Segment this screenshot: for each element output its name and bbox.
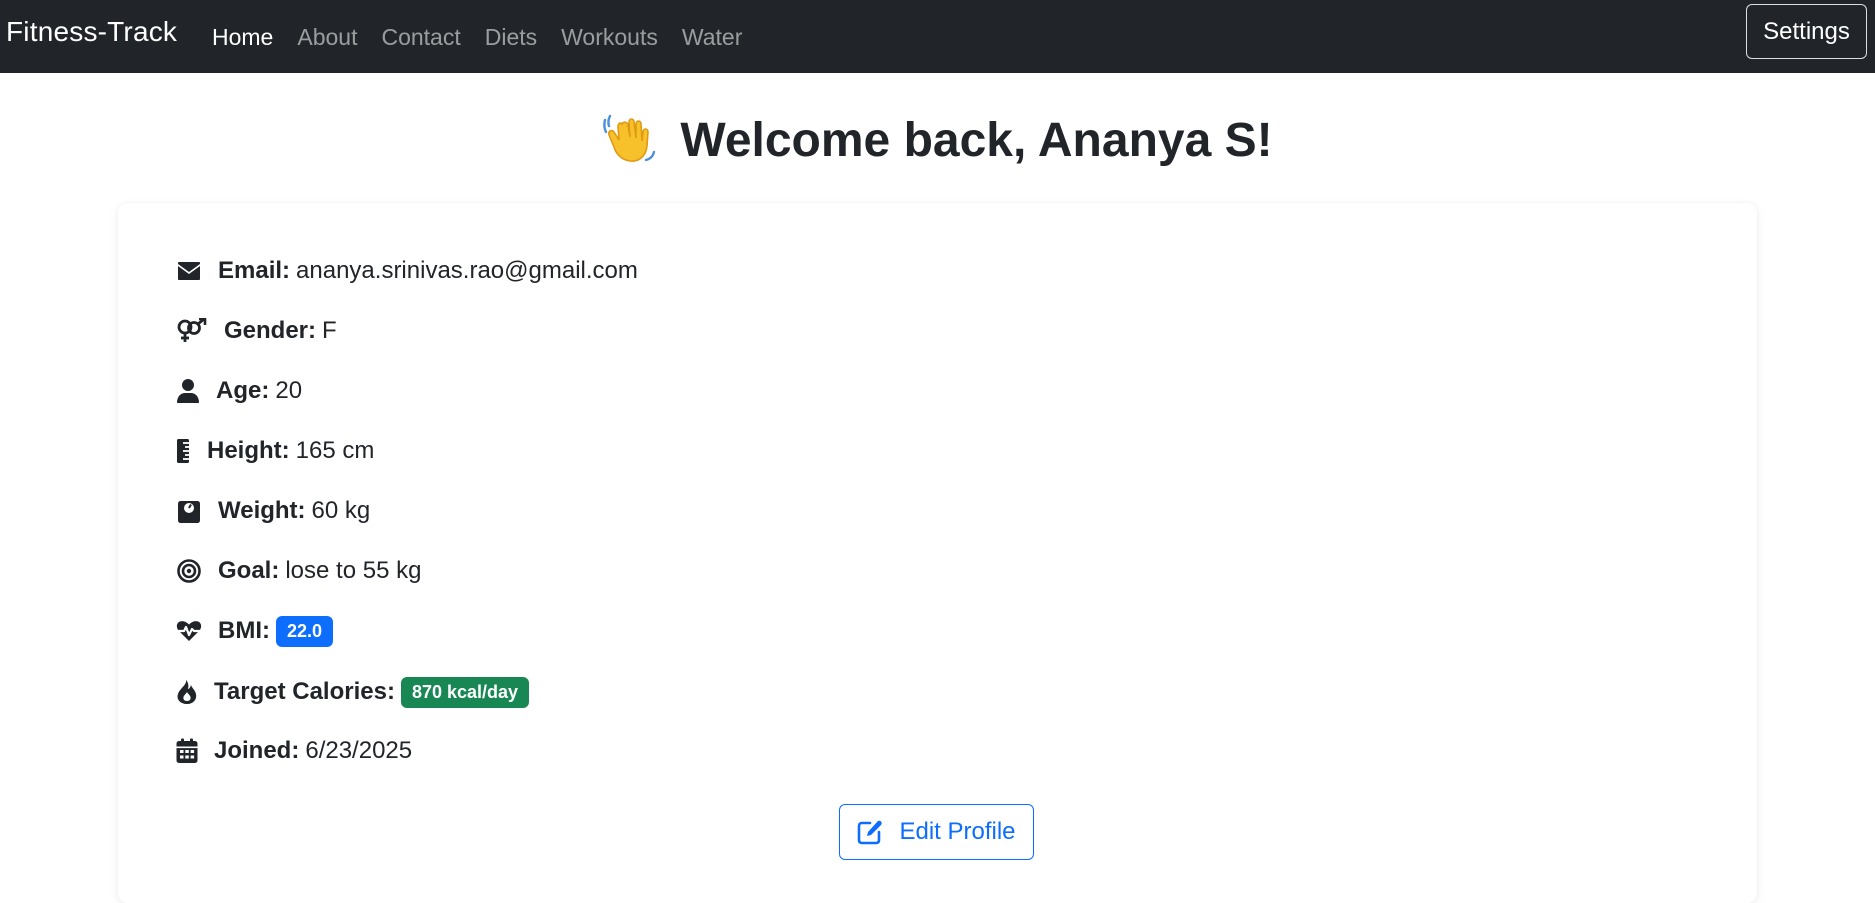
goal-value: lose to 55 kg	[285, 557, 422, 584]
profile-row-joined: Joined: 6/23/2025	[176, 734, 412, 768]
bmi-label: BMI:	[218, 617, 270, 644]
profile-row-height: Height: 165 cm	[176, 434, 374, 468]
gender-icon	[176, 318, 207, 344]
age-label: Age:	[216, 377, 270, 404]
joined-value: 6/23/2025	[305, 737, 413, 764]
waving-hand-icon	[602, 110, 658, 166]
height-label: Height:	[207, 437, 290, 464]
user-icon	[176, 378, 200, 404]
profile-row-weight: Weight: 60 kg	[176, 494, 370, 528]
weight-label: Weight:	[218, 497, 306, 524]
nav-link-water[interactable]: Water	[682, 22, 743, 52]
envelope-icon	[176, 258, 202, 284]
edit-profile-button[interactable]: Edit Profile	[839, 804, 1034, 860]
weight-value: 60 kg	[311, 497, 371, 524]
height-value: 165 cm	[295, 437, 375, 464]
nav-link-workouts[interactable]: Workouts	[561, 22, 658, 52]
bmi-badge: 22.0	[275, 615, 334, 647]
profile-row-bmi: BMI: 22.0	[176, 614, 334, 648]
profile-row-gender: Gender: F	[176, 314, 337, 348]
weight-scale-icon	[176, 498, 202, 524]
email-label: Email:	[218, 257, 291, 284]
welcome-text: Welcome back, Ananya S!	[680, 113, 1273, 167]
edit-profile-label: Edit Profile	[899, 818, 1016, 845]
top-navbar: Fitness-Track Home About Contact Diets W…	[0, 0, 1875, 73]
joined-label: Joined:	[214, 737, 300, 764]
profile-card	[118, 203, 1757, 903]
nav-link-diets[interactable]: Diets	[485, 22, 537, 52]
fire-icon	[176, 679, 198, 705]
edit-icon	[857, 819, 883, 845]
profile-row-target-calories: Target Calories: 870 kcal/day	[176, 675, 530, 709]
heart-pulse-icon	[176, 618, 202, 644]
target-calories-badge: 870 kcal/day	[400, 676, 530, 708]
nav-link-about[interactable]: About	[297, 22, 357, 52]
nav-links: Home About Contact Diets Workouts Water	[212, 0, 766, 73]
nav-link-home[interactable]: Home	[212, 22, 273, 52]
goal-label: Goal:	[218, 557, 280, 584]
profile-row-email: Email: ananya.srinivas.rao@gmail.com	[176, 254, 638, 288]
age-value: 20	[275, 377, 303, 404]
calendar-icon	[176, 738, 198, 764]
ruler-icon	[176, 438, 190, 464]
page-title: Welcome back, Ananya S!	[0, 104, 1875, 176]
brand-link[interactable]: Fitness-Track	[6, 14, 177, 50]
nav-link-contact[interactable]: Contact	[381, 22, 460, 52]
profile-row-age: Age: 20	[176, 374, 302, 408]
profile-row-goal: Goal: lose to 55 kg	[176, 554, 421, 588]
settings-button[interactable]: Settings	[1746, 4, 1867, 59]
gender-value: F	[322, 317, 337, 344]
gender-label: Gender:	[224, 317, 317, 344]
email-value: ananya.srinivas.rao@gmail.com	[296, 257, 638, 284]
target-icon	[176, 558, 202, 584]
target-calories-label: Target Calories:	[214, 678, 395, 705]
